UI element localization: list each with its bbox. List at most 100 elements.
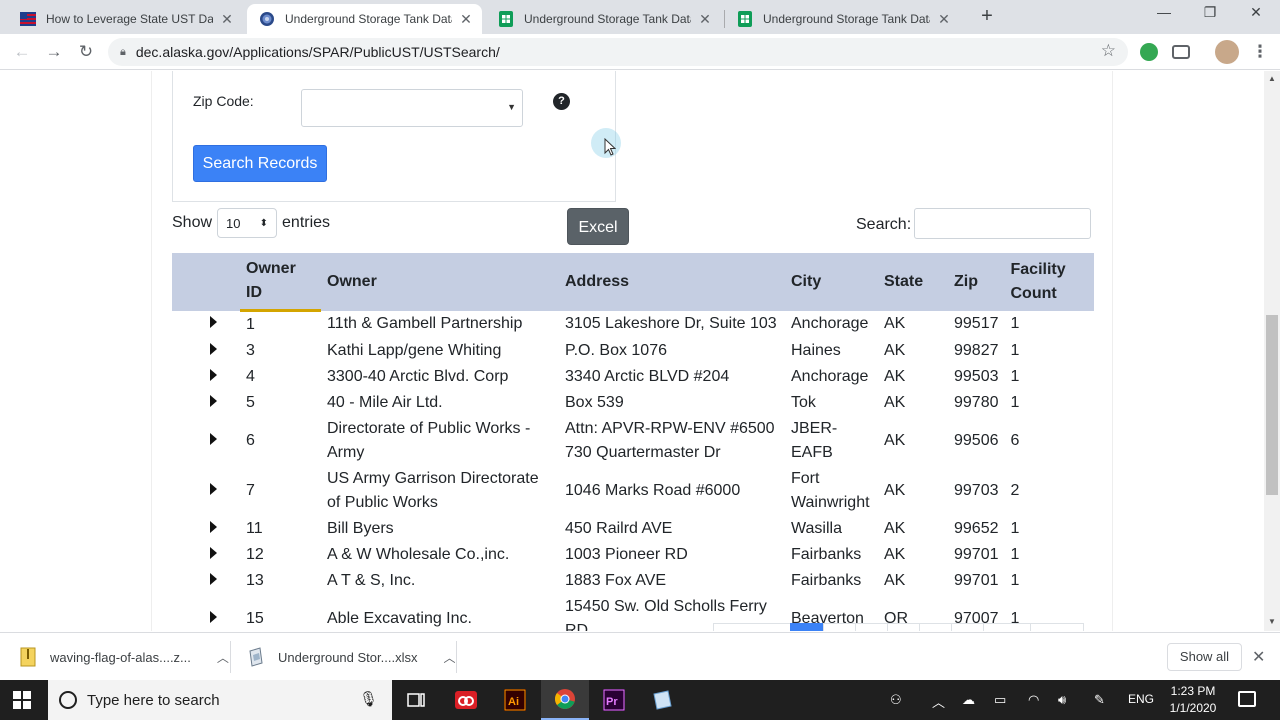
- chevron-up-icon[interactable]: ︿: [932, 692, 945, 711]
- back-arrow-icon[interactable]: ←: [10, 40, 34, 64]
- profile-avatar[interactable]: [1215, 40, 1239, 64]
- expand-row-icon[interactable]: [210, 483, 217, 495]
- close-tab-icon[interactable]: ✕: [697, 11, 713, 28]
- volume-icon[interactable]: 🔊︎: [1058, 692, 1066, 708]
- close-downloads-icon[interactable]: ✕: [1252, 647, 1265, 667]
- row-expand-cell[interactable]: [172, 338, 240, 364]
- page-scrollbar[interactable]: ▲ ▼: [1264, 71, 1280, 631]
- people-icon[interactable]: ⚇: [890, 692, 902, 708]
- scroll-down-icon[interactable]: ▼: [1264, 617, 1280, 626]
- minimize-icon[interactable]: —: [1141, 4, 1187, 28]
- row-expand-cell[interactable]: [172, 416, 240, 466]
- chevron-up-icon[interactable]: ︿: [443, 649, 455, 666]
- tab-ust-database-active[interactable]: Underground Storage Tank Datab ✕: [247, 4, 482, 34]
- expand-row-icon[interactable]: [210, 547, 217, 559]
- restore-icon[interactable]: ❐: [1187, 4, 1233, 28]
- table-row[interactable]: 5 40 - Mile Air Ltd. Box 539 Tok AK 9978…: [172, 390, 1094, 416]
- entries-select[interactable]: 10 ⬍: [217, 208, 278, 238]
- row-expand-cell[interactable]: [172, 364, 240, 390]
- expand-row-icon[interactable]: [210, 343, 217, 355]
- column-header-zip[interactable]: Zip: [948, 253, 1005, 311]
- expand-row-icon[interactable]: [210, 433, 217, 445]
- wifi-icon[interactable]: ◠: [1028, 692, 1039, 708]
- row-expand-cell[interactable]: [172, 594, 240, 631]
- table-row[interactable]: 1 11th & Gambell Partnership 3105 Lakesh…: [172, 311, 1094, 339]
- pen-icon[interactable]: ✎: [1094, 692, 1105, 708]
- onedrive-icon[interactable]: ☁︎: [962, 692, 975, 708]
- column-header-city[interactable]: City: [785, 253, 878, 311]
- row-expand-cell[interactable]: [172, 466, 240, 516]
- reload-icon[interactable]: ↻: [74, 40, 98, 64]
- expand-row-icon[interactable]: [210, 611, 217, 623]
- pagination-page[interactable]: [983, 623, 1031, 631]
- table-search-input[interactable]: [914, 208, 1091, 239]
- camera-icon[interactable]: [1172, 45, 1190, 59]
- illustrator-icon[interactable]: Ai: [491, 680, 539, 720]
- excel-export-button[interactable]: Excel: [567, 208, 629, 245]
- table-row[interactable]: 4 3300-40 Arctic Blvd. Corp 3340 Arctic …: [172, 364, 1094, 390]
- column-header-owner[interactable]: Owner: [321, 253, 559, 311]
- zip-code-select[interactable]: ▼: [301, 89, 523, 127]
- language-indicator[interactable]: ENG: [1128, 692, 1154, 706]
- table-row[interactable]: 11 Bill Byers 450 Railrd AVE Wasilla AK …: [172, 516, 1094, 542]
- address-bar[interactable]: 🔒︎ dec.alaska.gov/Applications/SPAR/Publ…: [108, 38, 1128, 66]
- tab-ust-sheet-1[interactable]: Underground Storage Tank Datab ✕: [486, 4, 721, 34]
- pagination-page[interactable]: [887, 623, 920, 631]
- windows-start-icon[interactable]: [13, 691, 31, 709]
- expand-row-icon[interactable]: [210, 369, 217, 381]
- chevron-up-icon[interactable]: ︿: [217, 649, 229, 666]
- tab-how-to-leverage[interactable]: How to Leverage State UST Data ✕: [8, 4, 243, 34]
- forward-arrow-icon[interactable]: →: [42, 40, 66, 64]
- pagination-next[interactable]: [1030, 623, 1084, 631]
- expand-row-icon[interactable]: [210, 395, 217, 407]
- pagination-page[interactable]: [951, 623, 984, 631]
- row-expand-cell[interactable]: [172, 311, 240, 339]
- close-tab-icon[interactable]: ✕: [936, 11, 952, 28]
- table-row[interactable]: 12 A & W Wholesale Co.,inc. 1003 Pioneer…: [172, 542, 1094, 568]
- search-records-button[interactable]: Search Records: [193, 145, 327, 182]
- premiere-icon[interactable]: Pr: [590, 680, 638, 720]
- pagination-previous[interactable]: [713, 623, 791, 631]
- close-window-icon[interactable]: ✕: [1233, 4, 1279, 28]
- close-tab-icon[interactable]: ✕: [458, 11, 474, 28]
- task-view-icon[interactable]: [392, 680, 440, 720]
- column-header-owner-id[interactable]: Owner ID: [240, 253, 321, 312]
- system-clock[interactable]: 1:23 PM 1/1/2020: [1160, 683, 1226, 717]
- pagination-page[interactable]: [919, 623, 952, 631]
- creative-cloud-icon[interactable]: [442, 680, 490, 720]
- table-row[interactable]: 13 A T & S, Inc. 1883 Fox AVE Fairbanks …: [172, 568, 1094, 594]
- taskbar-search-box[interactable]: Type here to search 🎙︎: [48, 680, 392, 720]
- expand-row-icon[interactable]: [210, 316, 217, 329]
- microphone-icon[interactable]: 🎙︎: [359, 690, 378, 708]
- row-expand-cell[interactable]: [172, 568, 240, 594]
- table-row[interactable]: 6 Directorate of Public Works - Army Att…: [172, 416, 1094, 466]
- expand-row-icon[interactable]: [210, 521, 217, 533]
- row-expand-cell[interactable]: [172, 516, 240, 542]
- table-row[interactable]: 3 Kathi Lapp/gene Whiting P.O. Box 1076 …: [172, 338, 1094, 364]
- table-row[interactable]: 7 US Army Garrison Directorate of Public…: [172, 466, 1094, 516]
- new-tab-icon[interactable]: +: [976, 6, 998, 28]
- tab-ust-sheet-2[interactable]: Underground Storage Tank Datab ✕: [725, 4, 960, 34]
- pagination-page[interactable]: [855, 623, 888, 631]
- file-explorer-icon[interactable]: [638, 680, 686, 720]
- help-icon[interactable]: ?: [553, 93, 570, 110]
- expand-row-icon[interactable]: [210, 573, 217, 585]
- download-item-zip[interactable]: waving-flag-of-alas....z... ︿: [20, 633, 229, 681]
- column-header-facility-count[interactable]: Facility Count: [1004, 253, 1094, 311]
- show-all-downloads-button[interactable]: Show all: [1167, 643, 1242, 671]
- column-header-address[interactable]: Address: [559, 253, 785, 311]
- battery-icon[interactable]: ▭: [994, 692, 1006, 708]
- close-tab-icon[interactable]: ✕: [219, 11, 235, 28]
- download-item-xlsx[interactable]: Underground Stor....xlsx ︿: [248, 633, 455, 681]
- notification-icon[interactable]: [1238, 691, 1256, 707]
- row-expand-cell[interactable]: [172, 390, 240, 416]
- scroll-up-icon[interactable]: ▲: [1264, 74, 1280, 83]
- row-expand-cell[interactable]: [172, 542, 240, 568]
- column-header-state[interactable]: State: [878, 253, 948, 311]
- menu-kebab-icon[interactable]: ⋮: [1248, 40, 1272, 64]
- pagination-page-current[interactable]: [790, 623, 824, 631]
- chrome-icon[interactable]: [541, 680, 589, 720]
- pagination-page[interactable]: [823, 623, 856, 631]
- grammarly-icon[interactable]: [1140, 43, 1158, 61]
- scrollbar-thumb[interactable]: [1266, 315, 1278, 495]
